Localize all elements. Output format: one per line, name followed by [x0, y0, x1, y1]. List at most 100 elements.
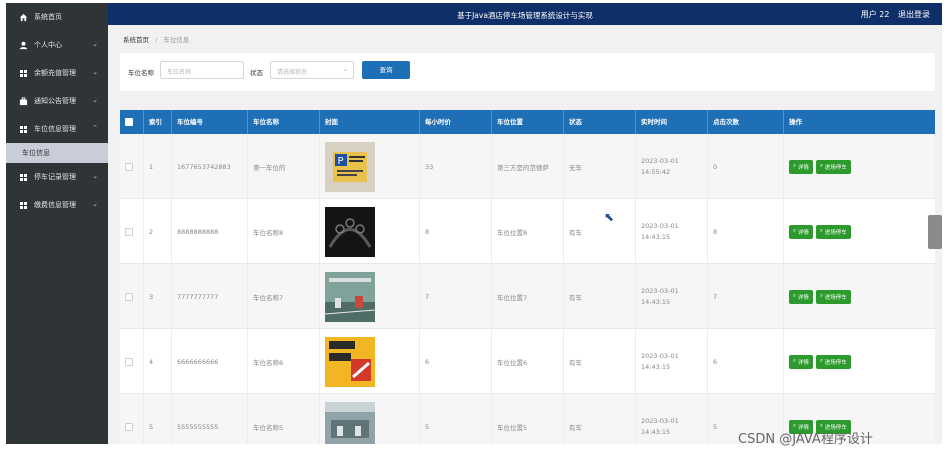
location-cell: 车位位置5: [492, 394, 564, 444]
cover-image: [325, 401, 375, 444]
code-cell: 8888888888: [172, 199, 248, 264]
name-cell: 第一车位的: [248, 134, 320, 199]
status-placeholder: 请选择状态: [277, 69, 308, 76]
name-cell: 车位名称6: [248, 329, 320, 394]
sidebar-item-label: 停车记录管理: [34, 173, 76, 181]
search-icon: ⌕: [819, 293, 823, 299]
clicks-cell: 0: [708, 134, 784, 199]
sidebar: 系统首页 个人中心 ⌄ 余额充值管理 ⌄ 通知公告管理 ⌄ 车位信息管理 ⌃ 车…: [6, 3, 108, 444]
detail-label: 详情: [797, 164, 809, 171]
search-icon: ⌕: [819, 228, 823, 234]
row-select-cell: [120, 264, 144, 329]
bag-icon: [18, 96, 28, 106]
column-header: 车位编号: [172, 110, 248, 134]
status-select[interactable]: 请选择状态 ⌄: [270, 61, 354, 79]
detail-button[interactable]: ⌕ 详情: [789, 289, 813, 304]
sidebar-item-personal[interactable]: 个人中心 ⌄: [6, 31, 108, 59]
app-frame: 系统首页 个人中心 ⌄ 余额充值管理 ⌄ 通知公告管理 ⌄ 车位信息管理 ⌃ 车…: [6, 3, 942, 444]
table-header: 索引 车位编号 车位名称 封面 每小时价 车位位置 状态 实时时间 点击次数 操…: [120, 110, 935, 134]
sidebar-item-label: 余额充值管理: [34, 69, 76, 77]
search-icon: ⌕: [793, 228, 797, 234]
table-row: 1 1677653742883 第一车位的 P 33 第三方是的范德萨 无车 2…: [120, 134, 935, 199]
select-all-checkbox[interactable]: [125, 118, 133, 126]
search-icon: ⌕: [793, 358, 797, 364]
mouse-cursor-icon: ⬉: [604, 210, 615, 224]
price-cell: 5: [420, 394, 492, 444]
query-button[interactable]: 查询: [362, 61, 410, 79]
sidebar-subitem-label: 车位信息: [22, 149, 50, 157]
sidebar-item-label: 通知公告管理: [34, 97, 76, 105]
detail-button[interactable]: ⌕ 详情: [789, 354, 813, 369]
status-cell: 有车: [564, 264, 636, 329]
column-header: 车位位置: [492, 110, 564, 134]
name-search-input[interactable]: 车位名称: [160, 61, 244, 79]
row-checkbox[interactable]: [125, 292, 133, 301]
column-header: 车位名称: [248, 110, 320, 134]
index-cell: 4: [144, 329, 172, 394]
time-cell: 2023-03-01 14:55:42: [636, 134, 708, 199]
price-cell: 33: [420, 134, 492, 199]
column-header: 实时时间: [636, 110, 708, 134]
index-cell: 3: [144, 264, 172, 329]
chevron-down-icon: ⌄: [342, 66, 348, 73]
top-header: 基于Java酒店停车场管理系统设计与实现 用户 22 退出登录: [108, 3, 942, 25]
sidebar-item-payments[interactable]: 缴费信息管理 ⌄: [6, 191, 108, 219]
sidebar-item-home[interactable]: 系统首页: [6, 3, 108, 31]
column-header: 封面: [320, 110, 420, 134]
code-cell: 5555555555: [172, 394, 248, 444]
breadcrumb-separator: /: [155, 36, 158, 44]
price-cell: 7: [420, 264, 492, 329]
sidebar-subitem-parking-info[interactable]: 车位信息: [6, 143, 108, 163]
search-panel: 车位名称 车位名称 状态 请选择状态 ⌄ 查询: [120, 53, 935, 91]
park-label: 进场停车: [824, 164, 847, 171]
park-button[interactable]: ⌕ 进场停车: [815, 224, 851, 239]
table-row: 4 6666666666 车位名称6 6 车位位置6 有车 2023-03-01…: [120, 329, 935, 394]
column-header: 索引: [144, 110, 172, 134]
svg-text:P: P: [338, 156, 344, 167]
status-cell: 无车: [564, 134, 636, 199]
grid-icon: [18, 200, 28, 210]
app-title: 基于Java酒店停车场管理系统设计与实现: [457, 11, 593, 20]
chevron-down-icon: ⌄: [92, 96, 98, 104]
cover-image: [325, 271, 375, 322]
detail-button[interactable]: ⌕ 详情: [789, 224, 813, 239]
park-button[interactable]: ⌕ 进场停车: [815, 354, 851, 369]
row-checkbox[interactable]: [125, 162, 133, 171]
time-cell: 2023-03-01 14:43:15: [636, 394, 708, 444]
clicks-cell: 8: [708, 199, 784, 264]
name-cell: 车位名称5: [248, 394, 320, 444]
sidebar-item-parking-info[interactable]: 车位信息管理 ⌃: [6, 115, 108, 143]
grid-icon: [18, 124, 28, 134]
row-select-cell: [120, 394, 144, 444]
cover-image: [325, 336, 375, 387]
row-checkbox[interactable]: [125, 227, 133, 236]
column-header: 点击次数: [708, 110, 784, 134]
sidebar-item-label: 车位信息管理: [34, 125, 76, 133]
sidebar-item-notice[interactable]: 通知公告管理 ⌄: [6, 87, 108, 115]
row-checkbox[interactable]: [125, 422, 133, 431]
chevron-down-icon: ⌄: [92, 68, 98, 76]
table-row: 3 7777777777 车位名称7 7 车位位置7 有车 2023-03-01…: [120, 264, 935, 329]
cover-image: P: [325, 141, 375, 192]
status-cell: 有车: [564, 329, 636, 394]
park-button[interactable]: ⌕ 进场停车: [815, 289, 851, 304]
column-header: 每小时价: [420, 110, 492, 134]
cover-cell: P: [320, 134, 420, 199]
scroll-handle[interactable]: [928, 215, 942, 249]
detail-label: 详情: [797, 359, 809, 366]
sidebar-item-parking-records[interactable]: 停车记录管理 ⌄: [6, 163, 108, 191]
breadcrumb-current: 车位信息: [163, 36, 190, 44]
logout-link[interactable]: 退出登录: [898, 10, 930, 19]
table-row: 2 8888888888 车位名称8 8 车位位置8 有车 2023-03-01…: [120, 199, 935, 264]
park-button[interactable]: ⌕ 进场停车: [815, 159, 851, 174]
breadcrumb-home[interactable]: 系统首页: [123, 36, 149, 44]
row-checkbox[interactable]: [125, 357, 133, 366]
index-cell: 1: [144, 134, 172, 199]
detail-button[interactable]: ⌕ 详情: [789, 159, 813, 174]
sidebar-item-recharge[interactable]: 余额充值管理 ⌄: [6, 59, 108, 87]
sidebar-item-label: 个人中心: [34, 41, 62, 49]
cover-cell: [320, 199, 420, 264]
actions-cell: ⌕ 详情 ⌕ 进场停车: [784, 264, 935, 329]
status-cell: 有车: [564, 394, 636, 444]
search-icon: ⌕: [819, 358, 823, 364]
